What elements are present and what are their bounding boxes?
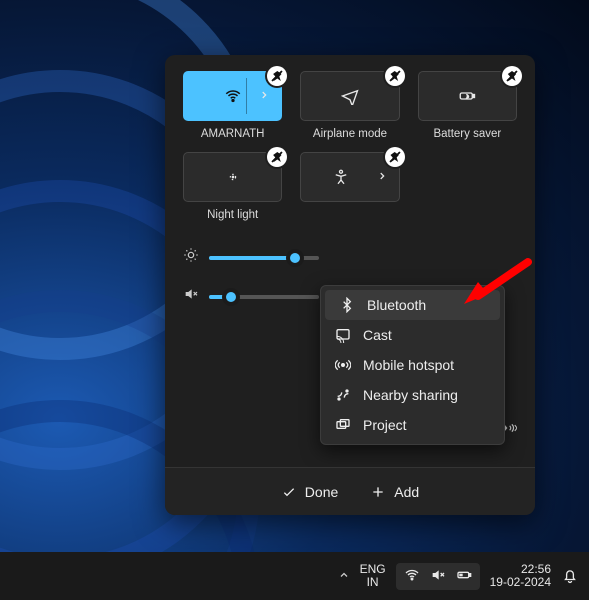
- tile-night-light-label: Night light: [207, 209, 258, 221]
- airplane-icon: [341, 87, 359, 105]
- unpin-icon[interactable]: [502, 66, 522, 86]
- tile-night-light[interactable]: [183, 152, 282, 202]
- unpin-icon[interactable]: [385, 147, 405, 167]
- add-menu-item-label: Nearby sharing: [363, 387, 458, 403]
- tray-overflow-button[interactable]: [338, 569, 350, 584]
- tile-accessibility[interactable]: [300, 152, 399, 202]
- tile-accessibility-wrap: [300, 152, 399, 221]
- night-light-icon: [224, 168, 242, 186]
- done-button[interactable]: Done: [281, 484, 338, 500]
- language-bottom: IN: [360, 576, 386, 589]
- wifi-icon: [404, 567, 420, 586]
- tile-battery-saver-wrap: Battery saver: [418, 71, 517, 140]
- tile-airplane-label: Airplane mode: [313, 128, 387, 140]
- system-tray[interactable]: [396, 563, 480, 590]
- panel-footer: Done Add: [165, 467, 535, 515]
- tile-wifi-label: AMARNATH: [201, 128, 265, 140]
- unpin-icon[interactable]: [267, 147, 287, 167]
- bluetooth-icon: [339, 297, 355, 313]
- add-menu-project[interactable]: Project: [321, 410, 504, 440]
- brightness-slider-row: [183, 247, 517, 268]
- cast-icon: [335, 327, 351, 343]
- add-menu-item-label: Mobile hotspot: [363, 357, 454, 373]
- add-label: Add: [394, 484, 419, 500]
- tile-airplane[interactable]: [300, 71, 399, 121]
- project-icon: [335, 417, 351, 433]
- brightness-icon: [183, 247, 199, 268]
- add-menu-cast[interactable]: Cast: [321, 320, 504, 350]
- tile-wifi[interactable]: [183, 71, 282, 121]
- tile-battery-saver-label: Battery saver: [433, 128, 501, 140]
- tile-battery-saver[interactable]: [418, 71, 517, 121]
- add-menu-hotspot[interactable]: Mobile hotspot: [321, 350, 504, 380]
- add-menu-nearby[interactable]: Nearby sharing: [321, 380, 504, 410]
- add-button[interactable]: Add: [370, 484, 419, 500]
- clock-date: 19-02-2024: [490, 576, 551, 589]
- tile-wifi-wrap: AMARNATH: [183, 71, 282, 140]
- battery-saver-icon: [458, 87, 476, 105]
- notifications-button[interactable]: [561, 566, 579, 587]
- volume-muted-icon: [430, 567, 446, 586]
- add-menu-bluetooth[interactable]: Bluetooth: [325, 290, 500, 320]
- done-label: Done: [305, 484, 338, 500]
- taskbar: ENG IN 22:56 19-02-2024: [0, 552, 589, 600]
- volume-muted-icon: [183, 286, 199, 307]
- add-menu-item-label: Project: [363, 417, 407, 433]
- unpin-icon[interactable]: [267, 66, 287, 86]
- chevron-right-icon[interactable]: [259, 89, 269, 103]
- hotspot-icon: [335, 357, 351, 373]
- add-menu-item-label: Cast: [363, 327, 392, 343]
- battery-icon: [456, 567, 472, 586]
- accessibility-icon: [332, 168, 368, 186]
- volume-slider[interactable]: [209, 295, 319, 299]
- brightness-slider[interactable]: [209, 256, 319, 260]
- chevron-right-icon[interactable]: [377, 170, 387, 184]
- add-menu-item-label: Bluetooth: [367, 297, 426, 313]
- taskbar-clock[interactable]: 22:56 19-02-2024: [490, 563, 551, 589]
- language-indicator[interactable]: ENG IN: [360, 563, 386, 589]
- tile-airplane-wrap: Airplane mode: [300, 71, 399, 140]
- add-tile-menu: Bluetooth Cast Mobile hotspot Nearby sha…: [320, 285, 505, 445]
- quick-settings-panel: AMARNATH Airplane mode Battery saver: [165, 55, 535, 515]
- quick-tiles-grid: AMARNATH Airplane mode Battery saver: [183, 71, 517, 221]
- nearby-sharing-icon: [335, 387, 351, 403]
- wifi-icon: [224, 87, 242, 105]
- tile-night-light-wrap: Night light: [183, 152, 282, 221]
- unpin-icon[interactable]: [385, 66, 405, 86]
